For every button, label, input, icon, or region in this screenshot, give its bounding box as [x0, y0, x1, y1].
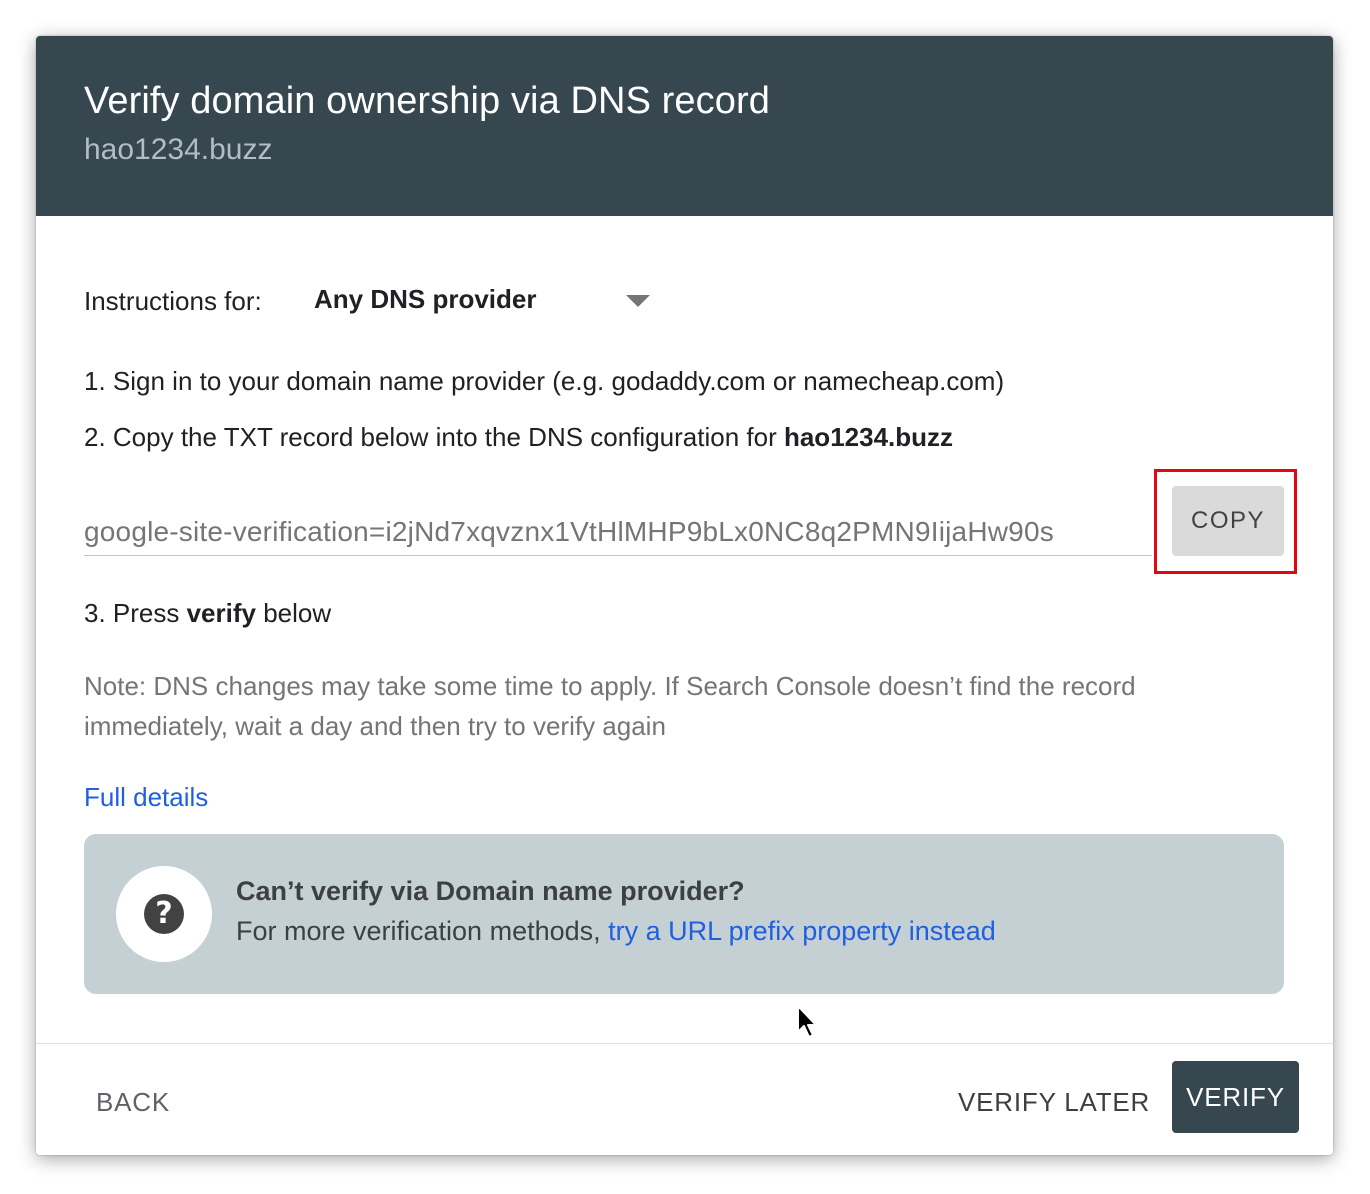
- full-details-link[interactable]: Full details: [84, 782, 208, 813]
- verify-button[interactable]: VERIFY: [1172, 1061, 1299, 1133]
- dialog-header: Verify domain ownership via DNS record h…: [36, 36, 1333, 216]
- step-1-text: 1. Sign in to your domain name provider …: [84, 366, 1005, 396]
- question-circle-icon: ?: [144, 894, 184, 934]
- step-2-domain: hao1234.buzz: [783, 422, 954, 452]
- caret-down-icon: [626, 295, 650, 307]
- back-button[interactable]: BACK: [80, 1066, 186, 1138]
- step-3-verify: verify: [186, 598, 256, 628]
- alternative-verification-box: ? Can’t verify via Domain name provider?…: [84, 834, 1284, 994]
- dialog-title: Verify domain ownership via DNS record: [84, 80, 770, 122]
- step-3-prefix: 3. Press: [84, 598, 187, 628]
- step-3-suffix: below: [255, 598, 332, 628]
- step-3: 3. Press verify below: [84, 598, 331, 629]
- instructions-label: Instructions for:: [84, 286, 262, 316]
- dns-note: Note: DNS changes may take some time to …: [84, 671, 1136, 741]
- dialog-subtitle-domain: hao1234.buzz: [84, 133, 273, 166]
- step-2-text: 2. Copy the TXT record below into the DN…: [84, 422, 784, 452]
- copy-button[interactable]: COPY: [1172, 486, 1284, 556]
- verify-dns-dialog: Verify domain ownership via DNS record h…: [36, 36, 1333, 1155]
- help-title: Can’t verify via Domain name provider?: [236, 876, 745, 906]
- txt-record-value: google-site-verification=i2jNd7xqvznx1Vt…: [84, 516, 1054, 547]
- mouse-cursor-icon: [797, 1005, 817, 1038]
- dns-provider-selected-value: Any DNS provider: [314, 284, 537, 314]
- url-prefix-property-link[interactable]: try a URL prefix property instead: [608, 916, 996, 946]
- help-icon-circle: ?: [116, 866, 212, 962]
- verify-later-button[interactable]: VERIFY LATER: [942, 1066, 1166, 1138]
- step-2: 2. Copy the TXT record below into the DN…: [84, 422, 953, 453]
- txt-record-field[interactable]: google-site-verification=i2jNd7xqvznx1Vt…: [84, 511, 1152, 556]
- dns-provider-select[interactable]: Any DNS provider: [314, 276, 656, 324]
- dialog-footer: BACK VERIFY LATER VERIFY: [36, 1043, 1333, 1155]
- help-text: For more verification methods, try a URL…: [236, 916, 996, 947]
- help-text-prefix: For more verification methods,: [236, 916, 609, 946]
